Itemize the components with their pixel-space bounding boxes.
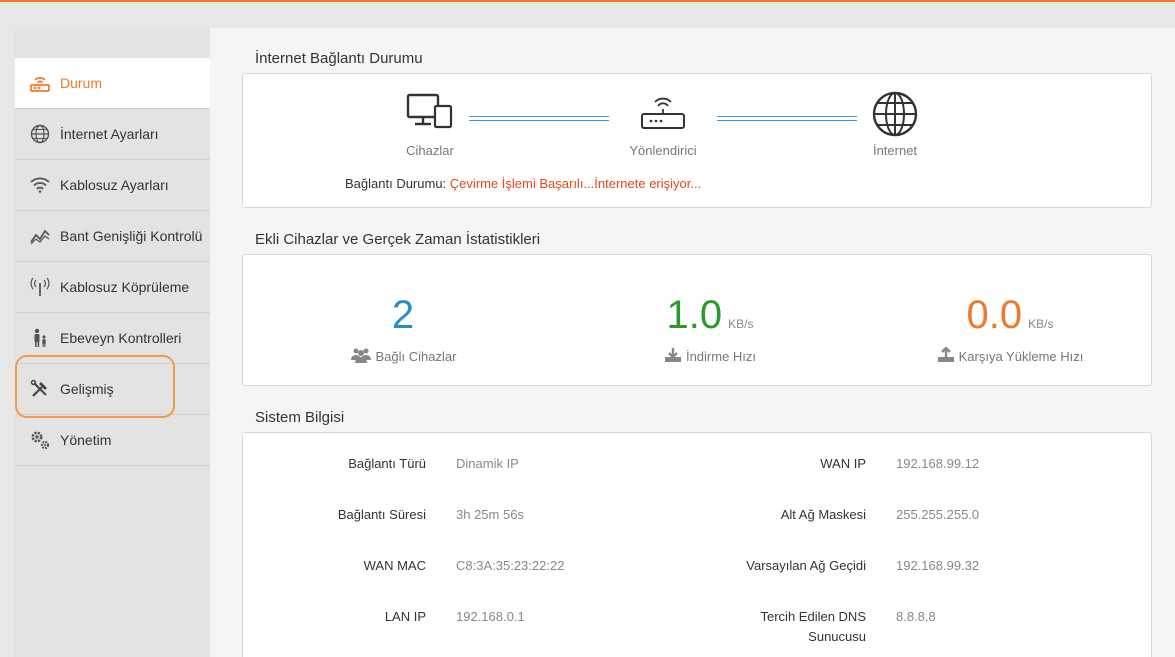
download-speed-value: 1.0 [666, 293, 723, 337]
parent-child-icon [29, 327, 51, 349]
router-label: Yönlendirici [629, 143, 697, 158]
preferred-dns-label-line1: Tercih Edilen DNS [760, 609, 867, 624]
connected-devices-stat: 2 Bağlı Cihazlar [293, 293, 513, 366]
internet-node: İnternet [835, 90, 955, 158]
users-icon [350, 347, 372, 366]
system-info-card: Bağlantı Türü Dinamik IP Bağlantı Süresi… [242, 432, 1152, 657]
default-gateway-value: 192.168.99.32 [896, 558, 980, 573]
top-accent-line [0, 0, 1175, 2]
router-node: Yönlendirici [603, 92, 723, 158]
preferred-dns-value: 8.8.8.8 [896, 609, 936, 624]
sidebar: Durum İnternet Ayarları Kablosuz Ayarlar… [15, 28, 210, 657]
sidebar-item-label: Kablosuz Köprüleme [60, 279, 190, 295]
sidebar-item-label: Yönetim [60, 432, 112, 448]
devices-router-link [469, 116, 609, 121]
devices-node: Cihazlar [370, 92, 490, 158]
connection-duration-label: Bağlantı Süresi [337, 507, 426, 522]
system-info-title: Sistem Bilgisi [255, 409, 345, 426]
download-icon [664, 347, 682, 366]
sidebar-item-label: İnternet Ayarları [60, 126, 159, 142]
lan-ip-label: LAN IP [384, 609, 426, 624]
connection-type-value: Dinamik IP [456, 456, 519, 471]
tools-icon [29, 378, 51, 400]
sidebar-item-label: Durum [60, 75, 103, 91]
preferred-dns-label: Tercih Edilen DNS Sunucusu [623, 607, 867, 647]
internet-globe-icon [871, 91, 919, 142]
connected-devices-caption: Bağlı Cihazlar [375, 349, 457, 364]
sidebar-item-label: Bant Genişliği Kontrolü [60, 228, 203, 244]
sidebar-item-parental-controls[interactable]: Ebeveyn Kontrolleri [15, 313, 210, 364]
main-content: İnternet Bağlantı Durumu Cihazlar Yönlen… [210, 28, 1175, 657]
connection-status-card: Cihazlar Yönlendirici İnternet Bağlantı … [242, 73, 1152, 208]
download-speed-stat: 1.0 KB/s İndirme Hızı [600, 293, 820, 366]
connection-status-value: Çevirme İşlemi Başarılı...İnternete eriş… [449, 176, 702, 191]
sidebar-item-status[interactable]: Durum [15, 58, 210, 109]
preferred-dns-label-line2: Sunucusu [808, 629, 866, 644]
download-speed-caption: İndirme Hızı [685, 349, 757, 364]
wifi-icon [29, 174, 51, 196]
stats-title: Ekli Cihazlar ve Gerçek Zaman İstatistik… [255, 231, 541, 248]
download-speed-unit: KB/s [728, 317, 754, 331]
sidebar-item-wireless-bridge[interactable]: Kablosuz Köprüleme [15, 262, 210, 313]
connection-status-title: İnternet Bağlantı Durumu [255, 50, 423, 67]
wan-mac-label: WAN MAC [363, 558, 426, 573]
wan-ip-label: WAN IP [820, 456, 866, 471]
wan-mac-value: C8:3A:35:23:22:22 [456, 558, 565, 573]
globe-icon [29, 123, 51, 145]
sidebar-item-wireless-settings[interactable]: Kablosuz Ayarları [15, 160, 210, 211]
upload-speed-value: 0.0 [966, 293, 1023, 337]
connected-devices-count: 2 [391, 293, 415, 337]
router-status-icon [29, 72, 51, 94]
sidebar-item-advanced[interactable]: Gelişmiş [15, 364, 210, 415]
antenna-icon [29, 276, 51, 298]
upload-icon [937, 346, 955, 366]
default-gateway-label: Varsayılan Ağ Geçidi [746, 558, 866, 573]
lan-ip-value: 192.168.0.1 [456, 609, 525, 624]
sidebar-item-label: Gelişmiş [60, 381, 114, 397]
router-icon [637, 97, 689, 136]
connection-status-line: Bağlantı Durumu: Çevirme İşlemi Başarılı… [345, 176, 701, 191]
sidebar-item-management[interactable]: Yönetim [15, 415, 210, 466]
sidebar-item-label: Kablosuz Ayarları [60, 177, 169, 193]
upload-speed-caption: Karşıya Yükleme Hızı [958, 349, 1084, 364]
upload-speed-unit: KB/s [1028, 317, 1054, 331]
connection-duration-value: 3h 25m 56s [456, 507, 524, 522]
subnet-mask-label: Alt Ağ Maskesi [780, 507, 866, 522]
sidebar-item-bandwidth-control[interactable]: Bant Genişliği Kontrolü [15, 211, 210, 262]
connection-type-label: Bağlantı Türü [348, 456, 426, 471]
devices-label: Cihazlar [406, 143, 454, 158]
sidebar-item-internet-settings[interactable]: İnternet Ayarları [15, 109, 210, 160]
stats-card: 2 Bağlı Cihazlar 1.0 KB/s İndirme Hızı 0.… [242, 254, 1152, 386]
wan-ip-value: 192.168.99.12 [896, 456, 980, 471]
upload-speed-stat: 0.0 KB/s Karşıya Yükleme Hızı [900, 293, 1120, 366]
bandwidth-chart-icon [29, 225, 51, 247]
internet-label: İnternet [872, 143, 918, 158]
gears-icon [29, 429, 51, 451]
subnet-mask-value: 255.255.255.0 [896, 507, 980, 522]
sidebar-item-label: Ebeveyn Kontrolleri [60, 330, 182, 346]
connection-status-label: Bağlantı Durumu: [345, 176, 447, 191]
devices-icon [405, 93, 455, 136]
